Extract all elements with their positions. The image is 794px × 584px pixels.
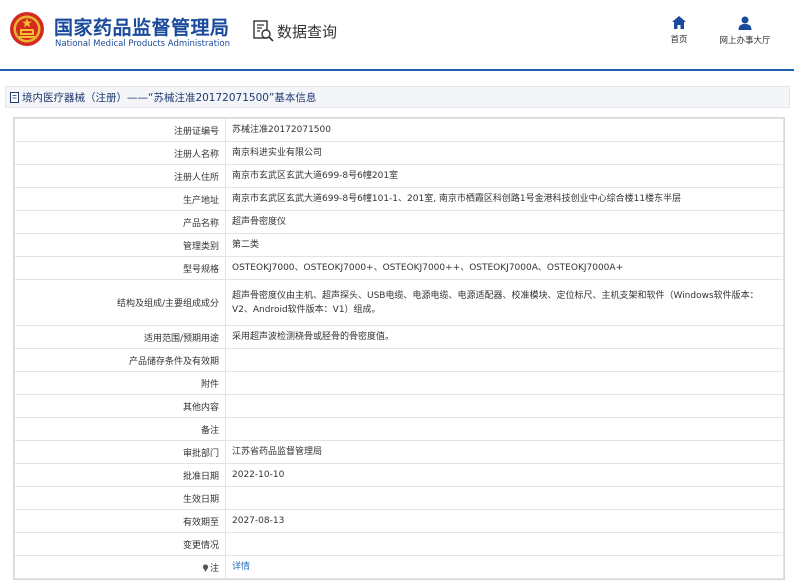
pin-icon bbox=[202, 563, 209, 572]
row-label: 适用范围/预期用途 bbox=[14, 325, 226, 349]
home-icon bbox=[672, 16, 686, 29]
row-value bbox=[225, 486, 784, 510]
row-value: 2022-10-10 bbox=[225, 463, 784, 487]
table-row: 有效期至 2027-08-13 bbox=[14, 509, 784, 533]
row-value bbox=[225, 417, 784, 441]
table-row: 产品名称 超声骨密度仪 bbox=[14, 210, 784, 234]
table-row: 附件 bbox=[14, 371, 784, 395]
table-row: 批准日期 2022-10-10 bbox=[14, 463, 784, 487]
row-label: 审批部门 bbox=[14, 440, 226, 464]
data-query-label: 数据查询 bbox=[277, 22, 338, 41]
note-value-cell: 详情 bbox=[225, 555, 784, 579]
table-row: 注 详情 bbox=[14, 555, 784, 579]
row-label: 注册证编号 bbox=[14, 118, 226, 142]
row-value: 采用超声波检测桡骨或胫骨的骨密度值。 bbox=[225, 325, 784, 349]
table-row: 结构及组成/主要组成成分 超声骨密度仪由主机、超声探头、USB电缆、电源电缆、电源… bbox=[14, 279, 784, 326]
site-subtitle: National Medical Products Administration bbox=[55, 39, 230, 49]
row-value: 南京科进实业有限公司 bbox=[225, 141, 784, 165]
row-value: 南京市玄武区玄武大道699-8号6幢201室 bbox=[225, 164, 784, 188]
row-value bbox=[225, 394, 784, 418]
row-label: 变更情况 bbox=[14, 532, 226, 556]
row-label: 生产地址 bbox=[14, 187, 226, 211]
row-value: 江苏省药品监督管理局 bbox=[225, 440, 784, 464]
table-row: 注册人住所 南京市玄武区玄武大道699-8号6幢201室 bbox=[14, 164, 784, 188]
row-label: 型号规格 bbox=[14, 256, 226, 280]
nav-home-label: 首页 bbox=[670, 35, 688, 45]
document-search-icon bbox=[253, 20, 274, 42]
row-value bbox=[225, 371, 784, 395]
nav-home[interactable]: 首页 bbox=[649, 16, 709, 45]
table-row: 其他内容 bbox=[14, 394, 784, 418]
row-value: 超声骨密度仪 bbox=[225, 210, 784, 234]
table-row: 型号规格 OSTEOKJ7000、OSTEOKJ7000+、OSTEOKJ7000… bbox=[14, 256, 784, 280]
site-header: 国家药品监督管理局 National Medical Products Admi… bbox=[0, 0, 794, 68]
document-icon bbox=[10, 91, 19, 103]
nav-online-hall-label: 网上办事大厅 bbox=[719, 36, 771, 46]
row-label: 结构及组成/主要组成成分 bbox=[14, 279, 226, 326]
row-label: 管理类别 bbox=[14, 233, 226, 257]
details-link[interactable]: 详情 bbox=[232, 562, 250, 572]
row-label: 附件 bbox=[14, 371, 226, 395]
table-row: 适用范围/预期用途 采用超声波检测桡骨或胫骨的骨密度值。 bbox=[14, 325, 784, 349]
table-row: 审批部门 江苏省药品监督管理局 bbox=[14, 440, 784, 464]
row-label: 注册人名称 bbox=[14, 141, 226, 165]
table-row: 注册人名称 南京科进实业有限公司 bbox=[14, 141, 784, 165]
note-label-cell: 注 bbox=[14, 555, 226, 579]
breadcrumb: 境内医疗器械（注册）——“苏械注准20172071500”基本信息 bbox=[5, 86, 790, 108]
row-label: 备注 bbox=[14, 417, 226, 441]
detail-table: 注册证编号 苏械注准20172071500 注册人名称 南京科进实业有限公司 注册人… bbox=[13, 117, 785, 580]
row-value: 南京市玄武区玄武大道699-8号6幢101-1、201室, 南京市栖霞区科创路1… bbox=[225, 187, 784, 211]
row-value: 苏械注准20172071500 bbox=[225, 118, 784, 142]
user-icon bbox=[738, 16, 752, 30]
table-row: 生效日期 bbox=[14, 486, 784, 510]
table-row: 注册证编号 苏械注准20172071500 bbox=[14, 118, 784, 142]
table-row: 产品储存条件及有效期 bbox=[14, 348, 784, 372]
breadcrumb-text: 境内医疗器械（注册）——“苏械注准20172071500”基本信息 bbox=[22, 91, 317, 104]
table-row: 生产地址 南京市玄武区玄武大道699-8号6幢101-1、201室, 南京市栖霞区… bbox=[14, 187, 784, 211]
note-label: 注 bbox=[209, 563, 219, 574]
row-label: 注册人住所 bbox=[14, 164, 226, 188]
row-label: 有效期至 bbox=[14, 509, 226, 533]
data-query-heading[interactable]: 数据查询 bbox=[253, 20, 337, 42]
row-label: 产品储存条件及有效期 bbox=[14, 348, 226, 372]
table-row: 管理类别 第二类 bbox=[14, 233, 784, 257]
header-divider bbox=[0, 69, 794, 71]
site-title: 国家药品监督管理局 bbox=[54, 17, 230, 39]
row-label: 其他内容 bbox=[14, 394, 226, 418]
row-label: 批准日期 bbox=[14, 463, 226, 487]
row-value: 超声骨密度仪由主机、超声探头、USB电缆、电源电缆、电源适配器、校准模块、定位标… bbox=[225, 279, 784, 326]
row-label: 生效日期 bbox=[14, 486, 226, 510]
national-emblem-icon bbox=[10, 12, 44, 46]
row-value: OSTEOKJ7000、OSTEOKJ7000+、OSTEOKJ7000++、O… bbox=[225, 256, 784, 280]
table-row: 变更情况 bbox=[14, 532, 784, 556]
row-label: 产品名称 bbox=[14, 210, 226, 234]
row-value: 2027-08-13 bbox=[225, 509, 784, 533]
table-row: 备注 bbox=[14, 417, 784, 441]
nav-online-hall[interactable]: 网上办事大厅 bbox=[715, 16, 775, 46]
row-value: 第二类 bbox=[225, 233, 784, 257]
row-value bbox=[225, 348, 784, 372]
row-value bbox=[225, 532, 784, 556]
